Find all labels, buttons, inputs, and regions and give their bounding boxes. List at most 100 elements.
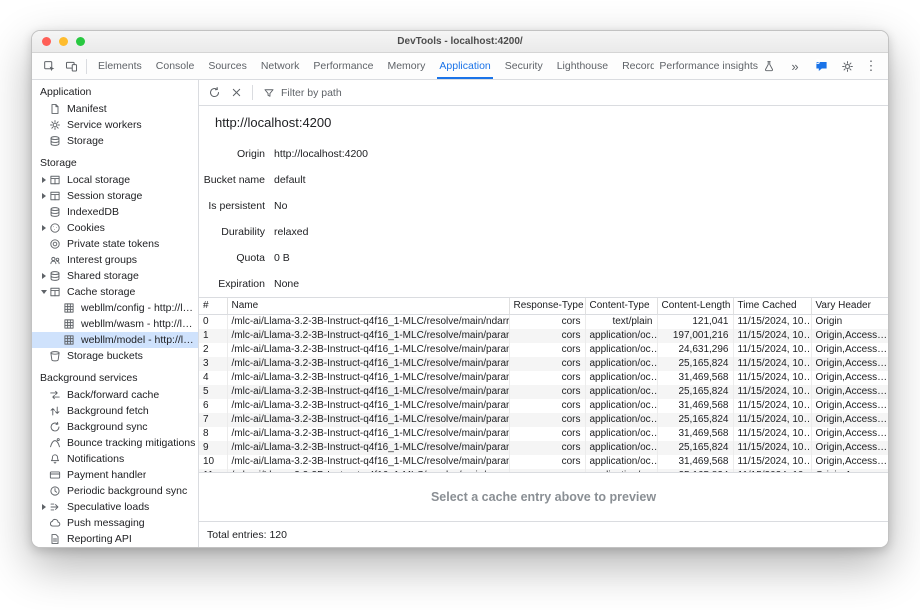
metadata-value-durability: relaxed bbox=[274, 219, 888, 245]
cell-content_type: application/oc… bbox=[585, 455, 657, 469]
sidebar-item-label: Cookies bbox=[64, 222, 105, 234]
cache-entry-row[interactable]: 2/mlc-ai/Llama-3.2-3B-Instruct-q4f16_1-M… bbox=[199, 343, 888, 357]
sidebar-item-back-forward-cache[interactable]: Back/forward cache bbox=[32, 387, 198, 403]
sidebar-item-cookies[interactable]: Cookies bbox=[32, 220, 198, 236]
cache-entry-row[interactable]: 7/mlc-ai/Llama-3.2-3B-Instruct-q4f16_1-M… bbox=[199, 413, 888, 427]
cache-entry-row[interactable]: 1/mlc-ai/Llama-3.2-3B-Instruct-q4f16_1-M… bbox=[199, 329, 888, 343]
sidebar-item-reporting-api[interactable]: Reporting API bbox=[32, 531, 198, 547]
sidebar-item-storage-buckets[interactable]: Storage buckets bbox=[32, 348, 198, 364]
cache-entry-row[interactable]: 6/mlc-ai/Llama-3.2-3B-Instruct-q4f16_1-M… bbox=[199, 399, 888, 413]
tab-memory[interactable]: Memory bbox=[380, 53, 432, 79]
sidebar-item-webllm-config-http-loc[interactable]: webllm/config - http://loc… bbox=[32, 300, 198, 316]
column-header-index[interactable]: # bbox=[199, 298, 227, 314]
sidebar-item-shared-storage[interactable]: Shared storage bbox=[32, 268, 198, 284]
tab-application[interactable]: Application bbox=[432, 53, 497, 79]
column-header-content-type[interactable]: Content-Type bbox=[585, 298, 657, 314]
sidebar-item-speculative-loads[interactable]: Speculative loads bbox=[32, 499, 198, 515]
cell-time_cached: 11/15/2024, 10… bbox=[733, 441, 811, 455]
inspect-icon[interactable] bbox=[38, 56, 60, 76]
tab-sources[interactable]: Sources bbox=[201, 53, 254, 79]
sidebar-item-periodic-background-sync[interactable]: Periodic background sync bbox=[32, 483, 198, 499]
cache-entry-row[interactable]: 8/mlc-ai/Llama-3.2-3B-Instruct-q4f16_1-M… bbox=[199, 427, 888, 441]
sidebar-item-background-sync[interactable]: Background sync bbox=[32, 419, 198, 435]
cell-name: /mlc-ai/Llama-3.2-3B-Instruct-q4f16_1-ML… bbox=[227, 371, 509, 385]
minimize-window-button[interactable] bbox=[59, 37, 68, 46]
sidebar-item-label: Service workers bbox=[64, 119, 142, 131]
sidebar-item-label: Storage buckets bbox=[64, 350, 143, 362]
cell-time_cached: 11/15/2024, 10… bbox=[733, 413, 811, 427]
sidebar-item-cache-storage[interactable]: Cache storage bbox=[32, 284, 198, 300]
cache-entry-row[interactable]: 3/mlc-ai/Llama-3.2-3B-Instruct-q4f16_1-M… bbox=[199, 357, 888, 371]
cell-content_length: 197,001,216 bbox=[657, 329, 733, 343]
sidebar-item-storage[interactable]: Storage bbox=[32, 133, 198, 149]
preview-placeholder-message: Select a cache entry above to preview bbox=[431, 490, 656, 504]
total-entries-label: Total entries: 120 bbox=[207, 529, 287, 541]
tab-recorder[interactable]: Recorder bbox=[615, 53, 654, 79]
sidebar-item-notifications[interactable]: Notifications bbox=[32, 451, 198, 467]
tab-performance-insights[interactable]: Performance insights bbox=[654, 56, 782, 76]
filter-input[interactable] bbox=[281, 87, 883, 99]
sidebar-item-manifest[interactable]: Manifest bbox=[32, 101, 198, 117]
cache-entry-row[interactable]: 0/mlc-ai/Llama-3.2-3B-Instruct-q4f16_1-M… bbox=[199, 314, 888, 329]
chevron-right-icon[interactable] bbox=[38, 504, 49, 510]
experiment-flask-icon bbox=[761, 56, 777, 76]
column-header-response-type[interactable]: Response-Type bbox=[509, 298, 585, 314]
sidebar-item-push-messaging[interactable]: Push messaging bbox=[32, 515, 198, 531]
report-icon bbox=[49, 533, 64, 545]
cell-vary: Origin,Access… bbox=[811, 357, 888, 371]
application-sidebar: ApplicationManifestService workersStorag… bbox=[32, 80, 199, 547]
settings-gear-icon[interactable] bbox=[836, 56, 858, 76]
kebab-menu-icon[interactable]: ⋮ bbox=[860, 56, 882, 76]
column-header-name[interactable]: Name bbox=[227, 298, 509, 314]
sidebar-item-local-storage[interactable]: Local storage bbox=[32, 172, 198, 188]
cache-entry-row[interactable]: 5/mlc-ai/Llama-3.2-3B-Instruct-q4f16_1-M… bbox=[199, 385, 888, 399]
chevron-right-icon[interactable] bbox=[38, 273, 49, 279]
sidebar-item-service-workers[interactable]: Service workers bbox=[32, 117, 198, 133]
sidebar-item-webllm-model-http-loc[interactable]: webllm/model - http://loc… bbox=[32, 332, 198, 348]
storage-icon bbox=[49, 135, 64, 147]
delete-selected-icon[interactable] bbox=[226, 83, 246, 103]
column-header-content-length[interactable]: Content-Length bbox=[657, 298, 733, 314]
refresh-icon[interactable] bbox=[204, 83, 224, 103]
tab-lighthouse[interactable]: Lighthouse bbox=[550, 53, 615, 79]
chevron-right-icon[interactable] bbox=[38, 193, 49, 199]
cell-name: /mlc-ai/Llama-3.2-3B-Instruct-q4f16_1-ML… bbox=[227, 413, 509, 427]
chevron-right-icon[interactable] bbox=[38, 177, 49, 183]
cell-response_type: cors bbox=[509, 441, 585, 455]
tab-performance[interactable]: Performance bbox=[306, 53, 380, 79]
sidebar-item-payment-handler[interactable]: Payment handler bbox=[32, 467, 198, 483]
sidebar-item-label: IndexedDB bbox=[64, 206, 119, 218]
issues-badge[interactable]: 3 bbox=[808, 56, 834, 76]
chevron-down-icon[interactable] bbox=[38, 290, 49, 294]
close-window-button[interactable] bbox=[42, 37, 51, 46]
sidebar-item-bounce-tracking-mitigations[interactable]: Bounce tracking mitigations bbox=[32, 435, 198, 451]
cell-content_type: application/oc… bbox=[585, 399, 657, 413]
sidebar-item-indexeddb[interactable]: IndexedDB bbox=[32, 204, 198, 220]
sidebar-item-session-storage[interactable]: Session storage bbox=[32, 188, 198, 204]
zoom-window-button[interactable] bbox=[76, 37, 85, 46]
column-header-vary-header[interactable]: Vary Header bbox=[811, 298, 888, 314]
tab-network[interactable]: Network bbox=[254, 53, 307, 79]
tab-security[interactable]: Security bbox=[498, 53, 550, 79]
sidebar-item-background-fetch[interactable]: Background fetch bbox=[32, 403, 198, 419]
sidebar-item-interest-groups[interactable]: Interest groups bbox=[32, 252, 198, 268]
device-toolbar-icon[interactable] bbox=[60, 56, 82, 76]
cell-content_type: application/oc… bbox=[585, 371, 657, 385]
traffic-lights bbox=[32, 37, 85, 46]
cache-table-wrap: #NameResponse-TypeContent-TypeContent-Le… bbox=[199, 297, 888, 472]
tab-elements[interactable]: Elements bbox=[91, 53, 149, 79]
more-tabs-chevron-icon[interactable]: » bbox=[784, 56, 806, 76]
cell-time_cached: 11/15/2024, 10… bbox=[733, 314, 811, 329]
document-icon bbox=[49, 103, 64, 115]
chevron-right-icon[interactable] bbox=[38, 225, 49, 231]
sidebar-item-webllm-wasm-http-loca[interactable]: webllm/wasm - http://loca… bbox=[32, 316, 198, 332]
cell-vary: Origin,Access… bbox=[811, 413, 888, 427]
tab-console[interactable]: Console bbox=[149, 53, 202, 79]
sidebar-item-private-state-tokens[interactable]: Private state tokens bbox=[32, 236, 198, 252]
column-header-time-cached[interactable]: Time Cached bbox=[733, 298, 811, 314]
cache-entry-row[interactable]: 10/mlc-ai/Llama-3.2-3B-Instruct-q4f16_1-… bbox=[199, 455, 888, 469]
cache-entry-row[interactable]: 4/mlc-ai/Llama-3.2-3B-Instruct-q4f16_1-M… bbox=[199, 371, 888, 385]
cache-entry-row[interactable]: 9/mlc-ai/Llama-3.2-3B-Instruct-q4f16_1-M… bbox=[199, 441, 888, 455]
sidebar-item-label: Payment handler bbox=[64, 469, 146, 481]
section-title-storage: Storage bbox=[32, 154, 198, 172]
